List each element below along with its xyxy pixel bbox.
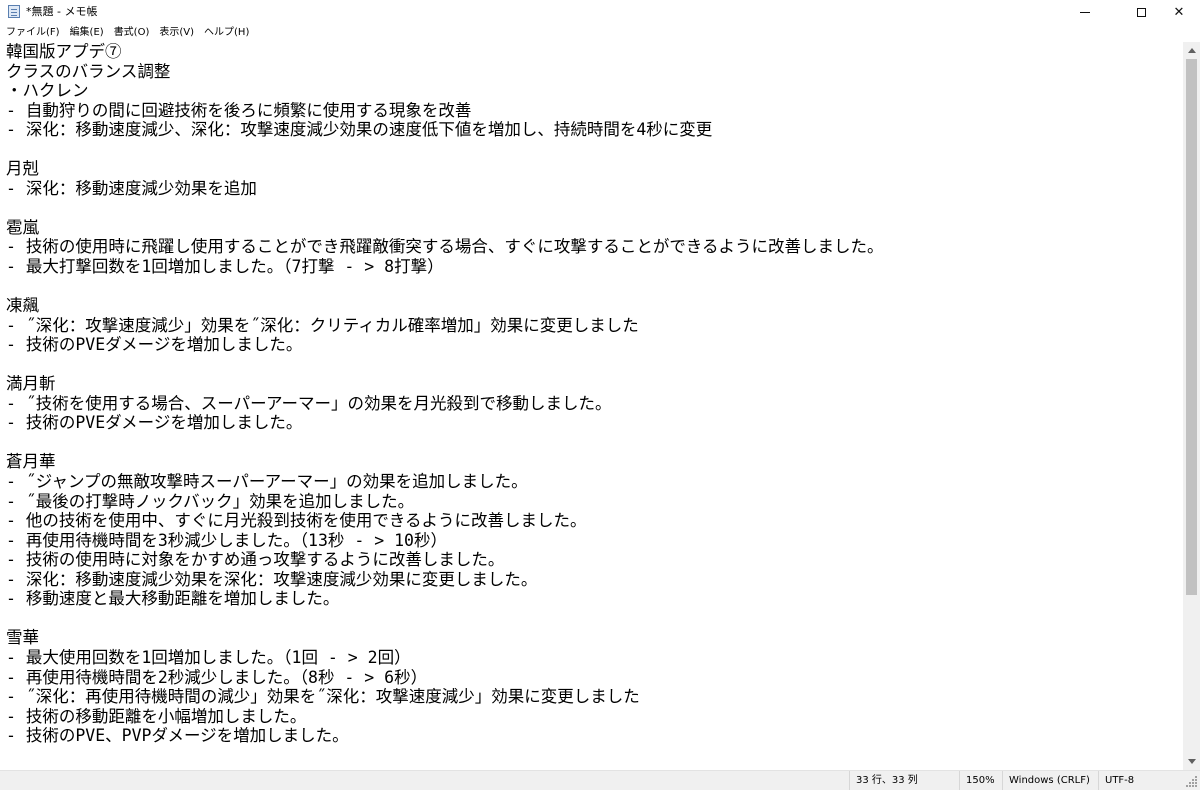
menu-view[interactable]: 表示(V) xyxy=(154,24,199,42)
arrow-down-icon xyxy=(1187,759,1196,764)
menu-help[interactable]: ヘルプ(H) xyxy=(199,24,254,42)
minimize-icon xyxy=(1080,11,1090,13)
arrow-up-icon xyxy=(1187,48,1196,53)
menu-file[interactable]: ファイル(F) xyxy=(0,24,65,42)
minimize-button[interactable] xyxy=(1062,0,1108,24)
scroll-down-button[interactable] xyxy=(1183,753,1200,770)
scroll-up-button[interactable] xyxy=(1183,42,1200,59)
zoom-level: 150% xyxy=(959,771,1002,790)
scroll-thumb[interactable] xyxy=(1186,59,1197,595)
resize-grip-icon[interactable] xyxy=(1186,774,1198,788)
cursor-position: 33 行、33 列 xyxy=(849,771,959,790)
editor-text[interactable]: 韓国版アプデ⑦ クラスのバランス調整 ・ハクレン - 自動狩りの間に回避技術を後… xyxy=(0,42,1183,746)
menu-edit[interactable]: 編集(E) xyxy=(65,24,109,42)
close-button[interactable]: ✕ xyxy=(1156,0,1200,24)
window-title: *無題 - メモ帳 xyxy=(26,5,98,18)
close-icon: ✕ xyxy=(1173,4,1185,20)
line-ending: Windows (CRLF) xyxy=(1002,771,1098,790)
notepad-icon xyxy=(8,5,20,18)
vertical-scrollbar[interactable] xyxy=(1183,42,1200,770)
menu-bar: ファイル(F) 編集(E) 書式(O) 表示(V) ヘルプ(H) xyxy=(0,24,1200,42)
encoding: UTF-8 xyxy=(1098,771,1183,790)
maximize-icon xyxy=(1136,7,1146,17)
status-bar: 33 行、33 列 150% Windows (CRLF) UTF-8 xyxy=(0,770,1200,790)
menu-format[interactable]: 書式(O) xyxy=(109,24,155,42)
title-bar[interactable]: *無題 - メモ帳 ✕ xyxy=(0,0,1200,24)
text-editor[interactable]: 韓国版アプデ⑦ クラスのバランス調整 ・ハクレン - 自動狩りの間に回避技術を後… xyxy=(0,42,1183,770)
